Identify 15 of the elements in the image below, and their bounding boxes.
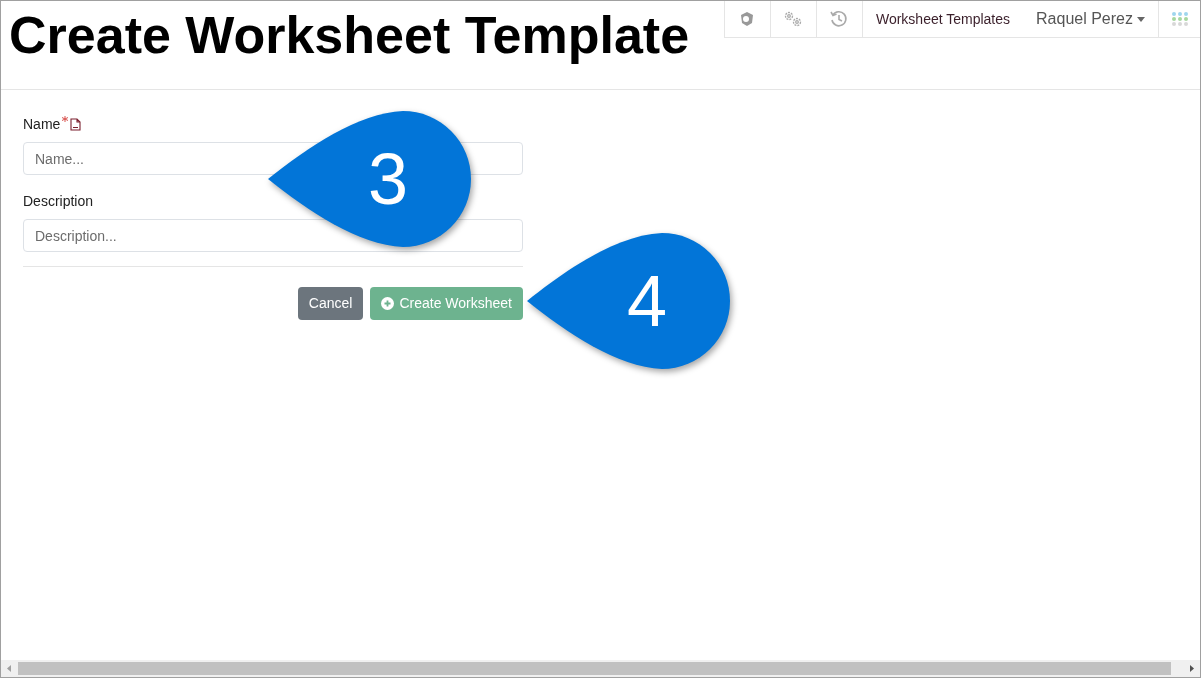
required-asterisk-icon	[62, 116, 69, 122]
scrollbar-thumb[interactable]	[18, 662, 1171, 675]
caret-icon	[1137, 16, 1145, 22]
document-icon[interactable]	[70, 118, 82, 131]
field-label: Name	[23, 115, 61, 134]
cancel-button[interactable]: Cancel	[297, 287, 364, 320]
shield-icon[interactable]	[739, 11, 756, 27]
plus-circle-icon	[381, 297, 395, 310]
worksheet-templates-link[interactable]: Worksheet Templates	[862, 1, 1024, 37]
field-label: Description	[23, 192, 94, 211]
user-menu[interactable]: Raquel Perez	[1023, 1, 1159, 37]
apps-grid-icon[interactable]	[1170, 11, 1189, 27]
callout-number: 4	[627, 265, 668, 337]
history-icon[interactable]	[829, 9, 850, 29]
text-input-field[interactable]: Description...	[23, 219, 523, 252]
